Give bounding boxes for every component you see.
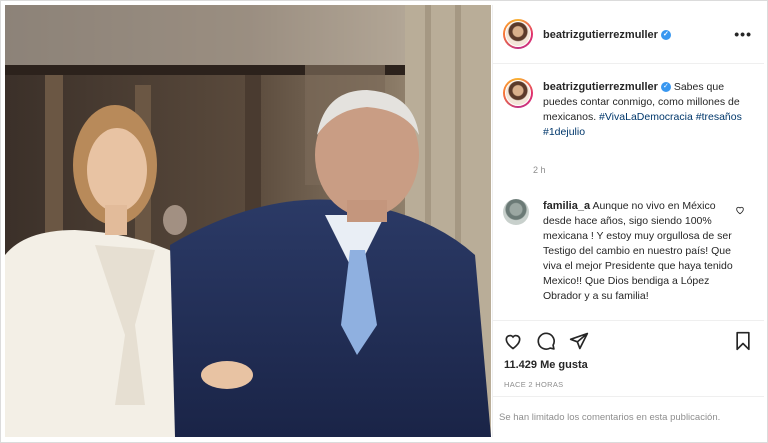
hashtag-link[interactable]: #tresaños	[696, 111, 742, 123]
hashtag-link[interactable]: #VivaLaDemocracia	[599, 111, 693, 123]
post-header: beatrizgutierrezmuller ✓ •••	[493, 5, 764, 64]
caption-text: beatrizgutierrezmuller ✓ Sabes que puedes…	[543, 80, 743, 140]
comments-limited-text: Se han limitado los comentarios en esta …	[499, 412, 721, 423]
comments-scroll-area[interactable]: beatrizgutierrezmuller ✓ Sabes que puedes…	[493, 64, 764, 320]
post-photo[interactable]	[5, 5, 491, 437]
post-side-panel: beatrizgutierrezmuller ✓ ••• beatrizgutie…	[492, 5, 764, 438]
bookmark-icon[interactable]	[733, 331, 753, 351]
post-actions: 11.429 Me gusta HACE 2 HORAS Se han limi…	[493, 320, 764, 438]
comment-body: Aunque no vivo en México desde hace años…	[543, 200, 733, 302]
username-text[interactable]: beatrizgutierrezmuller	[543, 29, 658, 41]
comment-icon[interactable]	[536, 331, 556, 351]
caption-timestamp: 2 h	[533, 165, 546, 175]
comment-like-icon[interactable]	[735, 205, 745, 215]
commenter-username[interactable]: familia_a	[543, 200, 590, 212]
post-time-ago: HACE 2 HORAS	[504, 380, 564, 389]
comment-text: familia_a Aunque no vivo en México desde…	[543, 199, 739, 304]
hashtag-link[interactable]: #1dejulio	[543, 126, 585, 138]
instagram-post-window: beatrizgutierrezmuller ✓ ••• beatrizgutie…	[0, 0, 768, 443]
comments-limited-notice: Se han limitado los comentarios en esta …	[493, 396, 764, 439]
caption-avatar[interactable]	[503, 78, 533, 108]
likes-count[interactable]: 11.429 Me gusta	[504, 359, 588, 371]
caption-username[interactable]: beatrizgutierrezmuller	[543, 81, 658, 93]
heart-icon[interactable]	[503, 331, 523, 351]
verified-check-icon: ✓	[660, 82, 671, 93]
share-icon[interactable]	[569, 331, 589, 351]
commenter-avatar[interactable]	[503, 199, 529, 225]
post-username[interactable]: beatrizgutierrezmuller ✓	[543, 29, 671, 41]
verified-check-icon: ✓	[660, 30, 671, 41]
more-options-button[interactable]: •••	[734, 26, 752, 42]
avatar[interactable]	[503, 19, 533, 49]
post-photo-image	[5, 5, 491, 437]
